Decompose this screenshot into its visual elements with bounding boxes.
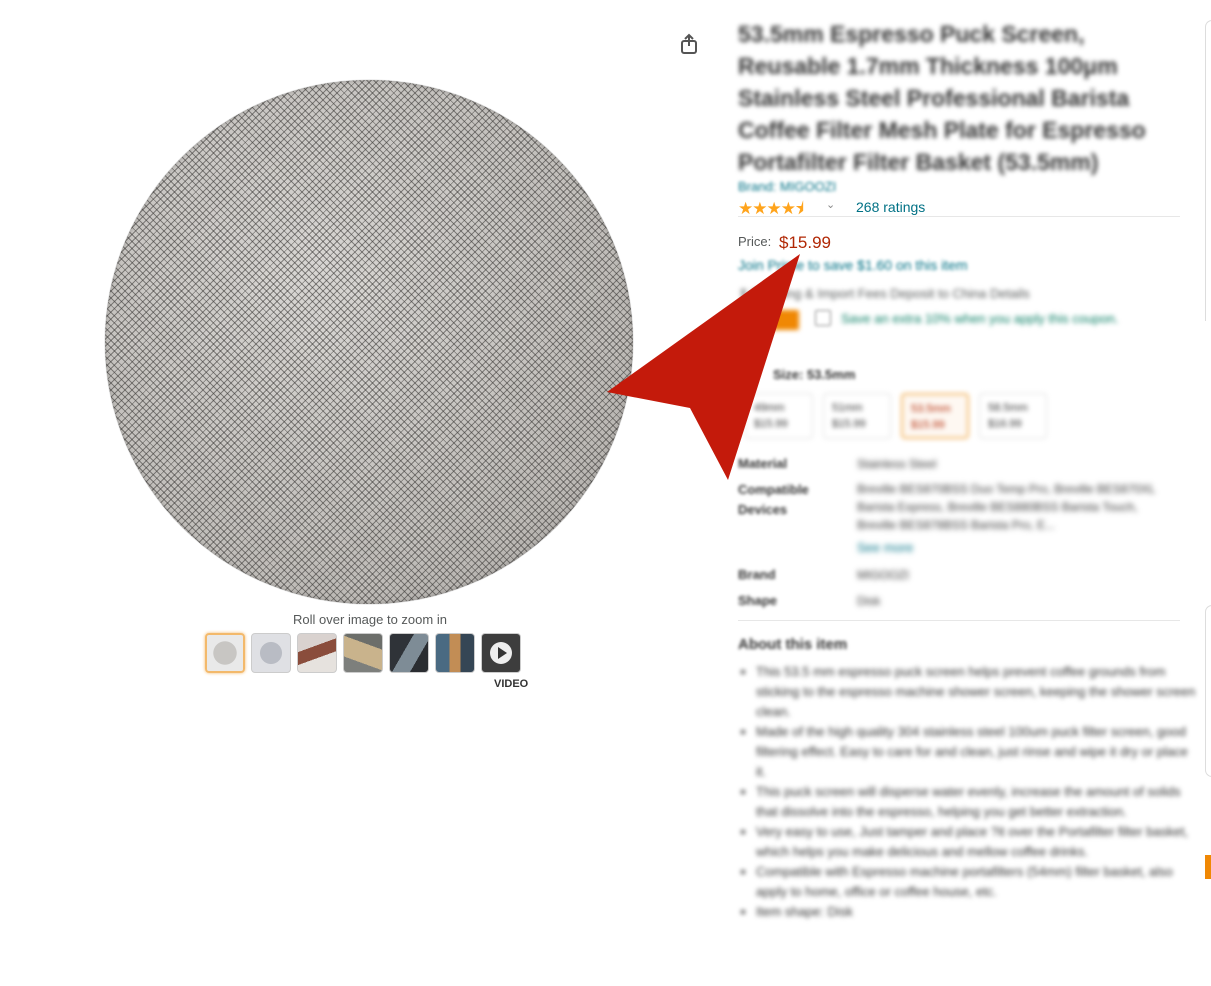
size-option[interactable]: 58.5mm $16.99 xyxy=(979,393,1047,439)
spec-value-material: Stainless Steel xyxy=(857,457,937,471)
spec-key-devices: Compatible Devices xyxy=(738,482,809,517)
share-icon[interactable] xyxy=(679,33,699,55)
divider xyxy=(738,216,1180,217)
size-options: 49mm $15.99 51mm $15.99 53.5mm $15.99 58.5m… xyxy=(745,393,1047,439)
coupon-checkbox[interactable] xyxy=(815,310,831,326)
coupon-text: Save an extra 10% when you apply this co… xyxy=(841,311,1119,326)
product-main-image[interactable] xyxy=(105,80,633,604)
list-item: Made of the high quality 304 stainless s… xyxy=(756,722,1196,782)
size-option-selected[interactable]: 53.5mm $15.99 xyxy=(901,393,969,439)
list-item: Compatible with Espresso machine portafi… xyxy=(756,862,1196,902)
spec-value-devices: Breville BES870BSS Duo Temp Pro, Brevill… xyxy=(857,482,1156,532)
list-item: This puck screen will disperse water eve… xyxy=(756,782,1196,822)
side-panel-edge xyxy=(1205,605,1211,777)
star-rating-icon[interactable]: ★★★★⯨ xyxy=(738,196,804,225)
spec-value-brand: MIGOOZI xyxy=(857,568,909,582)
thumbnail-3[interactable] xyxy=(297,633,337,673)
price-value: $15.99 xyxy=(779,233,831,252)
spec-value-shape: Disk xyxy=(857,594,881,608)
thumbnail-6[interactable] xyxy=(435,633,475,673)
product-title: 53.5mm Espresso Puck Screen, Reusable 1.… xyxy=(738,21,1146,175)
brand-link[interactable]: Brand: MIGOOZI xyxy=(738,179,836,194)
thumbnail-video[interactable] xyxy=(481,633,521,673)
buy-box-edge xyxy=(1205,20,1211,321)
video-label: VIDEO xyxy=(494,678,529,690)
thumbnail-5[interactable] xyxy=(389,633,429,673)
list-item: Item shape: Disk xyxy=(756,902,1196,922)
size-label: Size: 53.5mm xyxy=(773,367,856,382)
prime-savings-link[interactable]: Join Prime to save $1.60 on this item xyxy=(738,257,968,273)
price-label: Price: xyxy=(738,234,772,249)
list-item: Very easy to use, Just tamper and place … xyxy=(756,822,1196,862)
spec-key-shape: Shape xyxy=(738,593,778,608)
chevron-down-icon[interactable]: ⌄ xyxy=(826,198,835,211)
spec-key-brand: Brand xyxy=(738,567,776,582)
coupon-badge xyxy=(745,310,799,330)
list-item: This 53.5 mm espresso puck screen helps … xyxy=(756,662,1196,722)
see-more-link[interactable]: See more xyxy=(857,540,913,555)
play-icon xyxy=(490,642,512,664)
divider xyxy=(738,620,1180,621)
thumbnail-1[interactable] xyxy=(205,633,245,673)
zoom-hint: Roll over image to zoom in xyxy=(293,612,447,627)
size-option[interactable]: 51mm $15.99 xyxy=(823,393,891,439)
shipping-info: $ Shipping & Import Fees Deposit to Chin… xyxy=(740,286,1030,301)
about-bullets: This 53.5 mm espresso puck screen helps … xyxy=(738,662,1196,922)
thumbnail-strip xyxy=(205,633,521,673)
side-tab[interactable] xyxy=(1205,855,1211,879)
thumbnail-4[interactable] xyxy=(343,633,383,673)
size-option[interactable]: 49mm $15.99 xyxy=(745,393,813,439)
spec-key-material: Material xyxy=(738,456,788,471)
ratings-link[interactable]: 268 ratings xyxy=(856,199,925,215)
about-title: About this item xyxy=(738,636,848,653)
thumbnail-2[interactable] xyxy=(251,633,291,673)
